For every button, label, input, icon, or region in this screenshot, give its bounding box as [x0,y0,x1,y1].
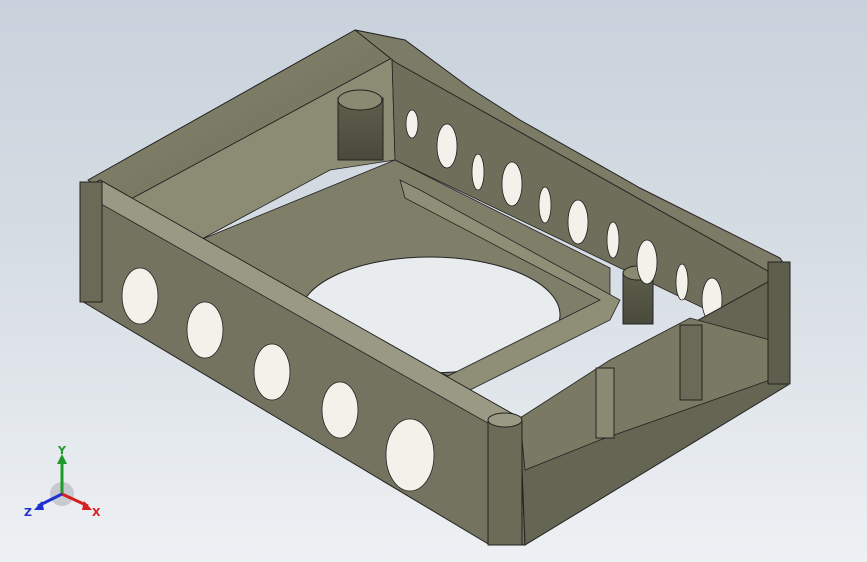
triad-x-label: X [92,506,101,519]
right-corner-boss [767,261,791,385]
front-right-post [595,367,615,439]
front-corner-boss [487,419,523,546]
triad-z-label: Z [24,506,32,519]
graphics-viewport[interactable]: Y X Z [0,0,867,562]
view-triad[interactable]: Y X Z [22,446,112,526]
triad-y-label: Y [57,446,67,457]
model-render[interactable] [0,0,867,562]
left-corner-boss [79,181,103,303]
back-corner-boss-top [337,89,383,111]
front-corner-boss-top [487,412,523,428]
front-right-post-2 [679,324,703,401]
